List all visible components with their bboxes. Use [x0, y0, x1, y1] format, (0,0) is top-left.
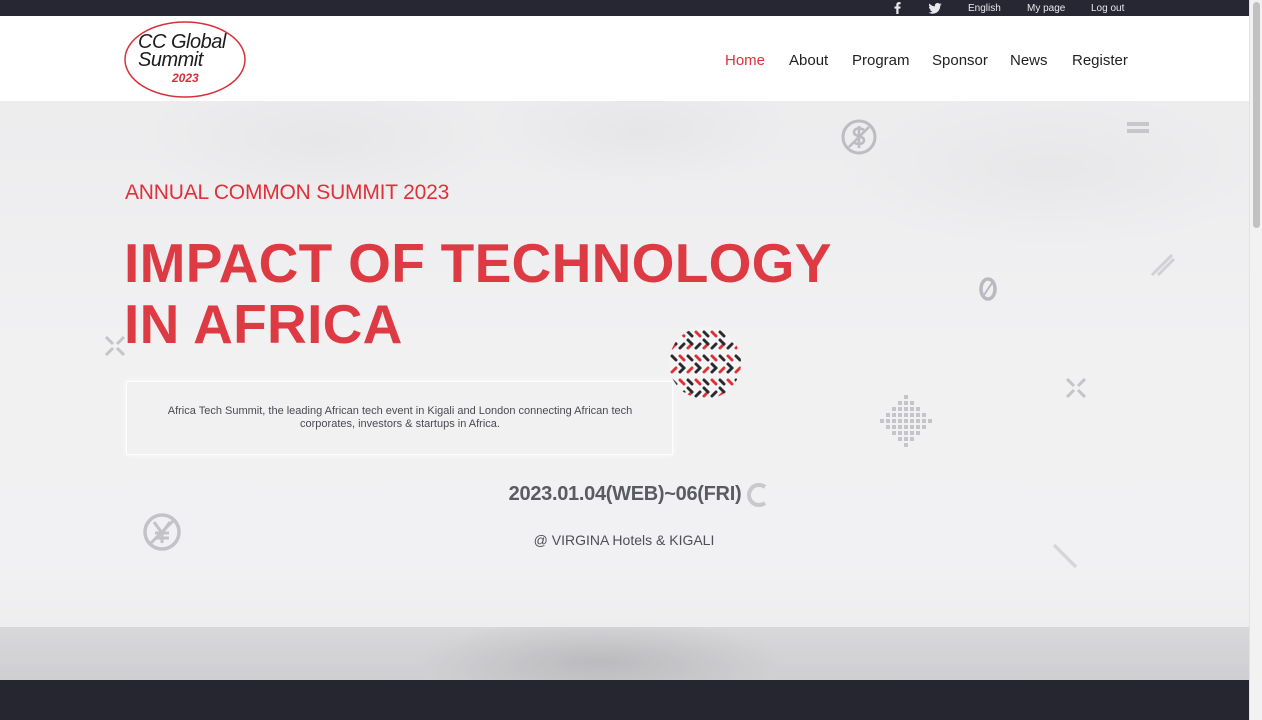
logo-line2: Summit: [138, 49, 203, 71]
zero-glyph: [979, 277, 997, 301]
scrollbar-thumb[interactable]: [1253, 2, 1260, 228]
site-logo[interactable]: CC Global Summit 2023: [124, 21, 246, 98]
arrow-deco-icon: [1150, 253, 1176, 277]
top-utility-bar: English My page Log out: [0, 0, 1249, 16]
equals-icon: [1127, 122, 1149, 133]
my-page-link[interactable]: My page: [1027, 3, 1065, 15]
dollar-icon: [841, 119, 877, 155]
facebook-icon[interactable]: [891, 0, 903, 16]
headline-line-2: IN AFRICA: [124, 293, 403, 355]
nav-sponsor[interactable]: Sponsor: [932, 52, 988, 70]
hero-overlay-bottom: [0, 627, 1249, 680]
nav-about[interactable]: About: [789, 52, 828, 70]
nav-news[interactable]: News: [1010, 52, 1048, 70]
event-venue: @ VIRGINA Hotels & KIGALI: [533, 532, 715, 548]
hero-headline: IMPACT OF TECHNOLOGY IN AFRICA: [124, 233, 832, 355]
hero-description: Africa Tech Summit, the leading African …: [167, 405, 633, 430]
language-link[interactable]: English: [968, 3, 1001, 15]
arrow-deco-icon: [1052, 543, 1078, 569]
hero-kicker: ANNUAL COMMON SUMMIT 2023: [125, 181, 450, 204]
site-header: CC Global Summit 2023 Home About Program…: [0, 16, 1249, 101]
page-scrollbar[interactable]: [1249, 0, 1262, 720]
twitter-icon[interactable]: [927, 0, 943, 16]
nav-register[interactable]: Register: [1072, 52, 1128, 70]
dark-section-strip: [0, 680, 1249, 720]
dot-diamond-icon: [880, 395, 932, 447]
nav-home[interactable]: Home: [725, 52, 765, 70]
headline-line-1: IMPACT OF TECHNOLOGY: [124, 232, 832, 294]
logo-year: 2023: [172, 71, 199, 85]
hero-section: ANNUAL COMMON SUMMIT 2023 IMPACT OF TECH…: [0, 101, 1249, 680]
yen-icon: [143, 513, 181, 551]
logout-link[interactable]: Log out: [1091, 3, 1124, 15]
event-date: 2023.01.04(WEB)~06(FRI): [508, 483, 742, 505]
nav-program[interactable]: Program: [852, 52, 910, 70]
close-x-icon: [1065, 377, 1087, 399]
